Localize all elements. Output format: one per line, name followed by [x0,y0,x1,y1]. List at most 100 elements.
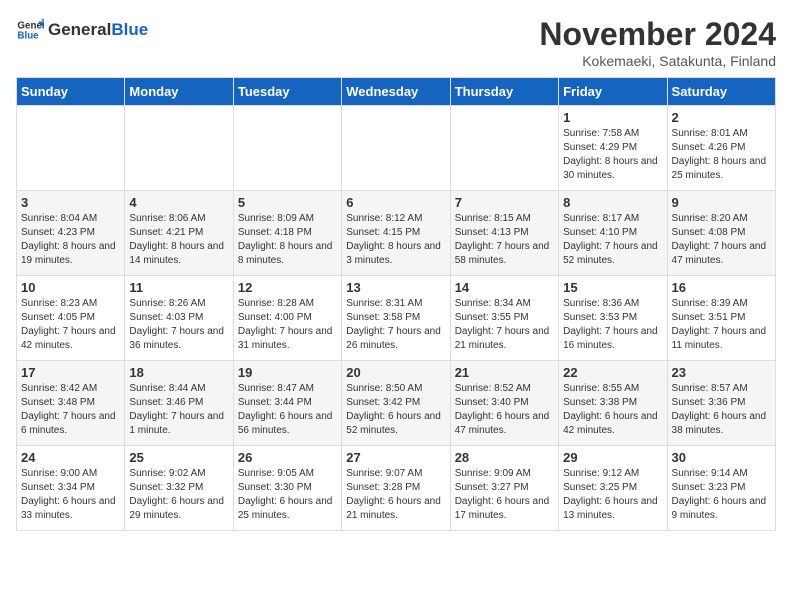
calendar-cell [233,106,341,191]
day-info: Sunrise: 8:50 AM Sunset: 3:42 PM Dayligh… [346,382,445,438]
calendar-cell: 21Sunrise: 8:52 AM Sunset: 3:40 PM Dayli… [450,361,558,446]
day-number: 29 [563,450,662,465]
day-info: Sunrise: 8:34 AM Sunset: 3:55 PM Dayligh… [455,297,554,353]
day-number: 16 [672,280,771,295]
calendar-cell: 3Sunrise: 8:04 AM Sunset: 4:23 PM Daylig… [17,191,125,276]
day-info: Sunrise: 9:05 AM Sunset: 3:30 PM Dayligh… [238,467,337,523]
calendar-cell: 24 Sunrise: 9:00 AM Sunset: 3:34 PM Dayli… [17,446,125,531]
calendar-week-row: 3Sunrise: 8:04 AM Sunset: 4:23 PM Daylig… [17,191,776,276]
day-info: Sunrise: 7:58 AM Sunset: 4:29 PM Dayligh… [563,127,662,183]
day-info: Sunrise: 8:17 AM Sunset: 4:10 PM Dayligh… [563,212,662,268]
header: General Blue GeneralBlue November 2024 K… [16,16,776,69]
day-info: Sunrise: 8:42 AM Sunset: 3:48 PM Dayligh… [21,382,120,438]
day-number: 3 [21,195,120,210]
day-number: 10 [21,280,120,295]
day-info: Sunrise: 9:00 AM Sunset: 3:34 PM Dayligh… [21,467,120,523]
day-number: 30 [672,450,771,465]
day-header-sunday: Sunday [17,78,125,106]
svg-text:Blue: Blue [17,30,39,41]
calendar-cell: 11 Sunrise: 8:26 AM Sunset: 4:03 PM Dayli… [125,276,233,361]
day-number: 23 [672,365,771,380]
calendar-cell: 8 Sunrise: 8:17 AM Sunset: 4:10 PM Daylig… [559,191,667,276]
day-number: 14 [455,280,554,295]
day-info: Sunrise: 8:26 AM Sunset: 4:03 PM Dayligh… [129,297,228,353]
day-info: Sunrise: 8:20 AM Sunset: 4:08 PM Dayligh… [672,212,771,268]
calendar-cell: 18Sunrise: 8:44 AM Sunset: 3:46 PM Dayli… [125,361,233,446]
day-number: 7 [455,195,554,210]
day-number: 11 [129,280,228,295]
day-info: Sunrise: 8:39 AM Sunset: 3:51 PM Dayligh… [672,297,771,353]
calendar-cell: 30 Sunrise: 9:14 AM Sunset: 3:23 PM Dayli… [667,446,775,531]
calendar-cell: 1Sunrise: 7:58 AM Sunset: 4:29 PM Daylig… [559,106,667,191]
day-number: 2 [672,110,771,125]
day-number: 27 [346,450,445,465]
calendar-cell: 2 Sunrise: 8:01 AM Sunset: 4:26 PM Daylig… [667,106,775,191]
calendar-cell: 5Sunrise: 8:09 AM Sunset: 4:18 PM Daylig… [233,191,341,276]
day-number: 20 [346,365,445,380]
day-info: Sunrise: 8:12 AM Sunset: 4:15 PM Dayligh… [346,212,445,268]
calendar-cell [342,106,450,191]
day-header-saturday: Saturday [667,78,775,106]
day-number: 26 [238,450,337,465]
day-header-tuesday: Tuesday [233,78,341,106]
month-title: November 2024 [539,16,776,53]
day-number: 6 [346,195,445,210]
calendar-cell: 7 Sunrise: 8:15 AM Sunset: 4:13 PM Daylig… [450,191,558,276]
day-number: 22 [563,365,662,380]
day-header-wednesday: Wednesday [342,78,450,106]
day-number: 15 [563,280,662,295]
location-subtitle: Kokemaeki, Satakunta, Finland [539,53,776,69]
day-info: Sunrise: 8:15 AM Sunset: 4:13 PM Dayligh… [455,212,554,268]
calendar-week-row: 1Sunrise: 7:58 AM Sunset: 4:29 PM Daylig… [17,106,776,191]
day-info: Sunrise: 8:44 AM Sunset: 3:46 PM Dayligh… [129,382,228,438]
calendar-cell: 15Sunrise: 8:36 AM Sunset: 3:53 PM Dayli… [559,276,667,361]
day-info: Sunrise: 8:47 AM Sunset: 3:44 PM Dayligh… [238,382,337,438]
day-number: 28 [455,450,554,465]
calendar-cell [450,106,558,191]
day-info: Sunrise: 8:57 AM Sunset: 3:36 PM Dayligh… [672,382,771,438]
day-number: 25 [129,450,228,465]
day-number: 17 [21,365,120,380]
calendar-week-row: 10Sunrise: 8:23 AM Sunset: 4:05 PM Dayli… [17,276,776,361]
calendar-header-row: SundayMondayTuesdayWednesdayThursdayFrid… [17,78,776,106]
logo-blue-text: Blue [111,20,148,39]
calendar-cell: 16 Sunrise: 8:39 AM Sunset: 3:51 PM Dayli… [667,276,775,361]
day-number: 19 [238,365,337,380]
calendar-cell: 26 Sunrise: 9:05 AM Sunset: 3:30 PM Dayli… [233,446,341,531]
calendar-cell: 12 Sunrise: 8:28 AM Sunset: 4:00 PM Dayli… [233,276,341,361]
calendar-cell: 6 Sunrise: 8:12 AM Sunset: 4:15 PM Daylig… [342,191,450,276]
calendar-cell: 14 Sunrise: 8:34 AM Sunset: 3:55 PM Dayli… [450,276,558,361]
logo-general-text: General [48,20,111,39]
logo-icon: General Blue [16,16,44,44]
calendar-cell [17,106,125,191]
day-info: Sunrise: 9:12 AM Sunset: 3:25 PM Dayligh… [563,467,662,523]
day-number: 9 [672,195,771,210]
day-info: Sunrise: 9:14 AM Sunset: 3:23 PM Dayligh… [672,467,771,523]
calendar-cell: 10Sunrise: 8:23 AM Sunset: 4:05 PM Dayli… [17,276,125,361]
day-info: Sunrise: 8:55 AM Sunset: 3:38 PM Dayligh… [563,382,662,438]
day-header-thursday: Thursday [450,78,558,106]
day-info: Sunrise: 8:31 AM Sunset: 3:58 PM Dayligh… [346,297,445,353]
day-number: 12 [238,280,337,295]
day-info: Sunrise: 9:09 AM Sunset: 3:27 PM Dayligh… [455,467,554,523]
calendar-cell: 22 Sunrise: 8:55 AM Sunset: 3:38 PM Dayli… [559,361,667,446]
day-number: 13 [346,280,445,295]
day-number: 4 [129,195,228,210]
calendar-cell: 20 Sunrise: 8:50 AM Sunset: 3:42 PM Dayli… [342,361,450,446]
title-area: November 2024 Kokemaeki, Satakunta, Finl… [539,16,776,69]
calendar-cell: 23 Sunrise: 8:57 AM Sunset: 3:36 PM Dayli… [667,361,775,446]
day-number: 8 [563,195,662,210]
calendar-cell: 28 Sunrise: 9:09 AM Sunset: 3:27 PM Dayli… [450,446,558,531]
calendar-week-row: 24 Sunrise: 9:00 AM Sunset: 3:34 PM Dayli… [17,446,776,531]
day-info: Sunrise: 8:06 AM Sunset: 4:21 PM Dayligh… [129,212,228,268]
calendar-week-row: 17 Sunrise: 8:42 AM Sunset: 3:48 PM Dayli… [17,361,776,446]
day-info: Sunrise: 8:01 AM Sunset: 4:26 PM Dayligh… [672,127,771,183]
day-number: 21 [455,365,554,380]
calendar-cell: 17 Sunrise: 8:42 AM Sunset: 3:48 PM Dayli… [17,361,125,446]
day-number: 24 [21,450,120,465]
day-header-friday: Friday [559,78,667,106]
calendar-cell: 4 Sunrise: 8:06 AM Sunset: 4:21 PM Daylig… [125,191,233,276]
day-info: Sunrise: 8:28 AM Sunset: 4:00 PM Dayligh… [238,297,337,353]
day-info: Sunrise: 9:02 AM Sunset: 3:32 PM Dayligh… [129,467,228,523]
day-header-monday: Monday [125,78,233,106]
